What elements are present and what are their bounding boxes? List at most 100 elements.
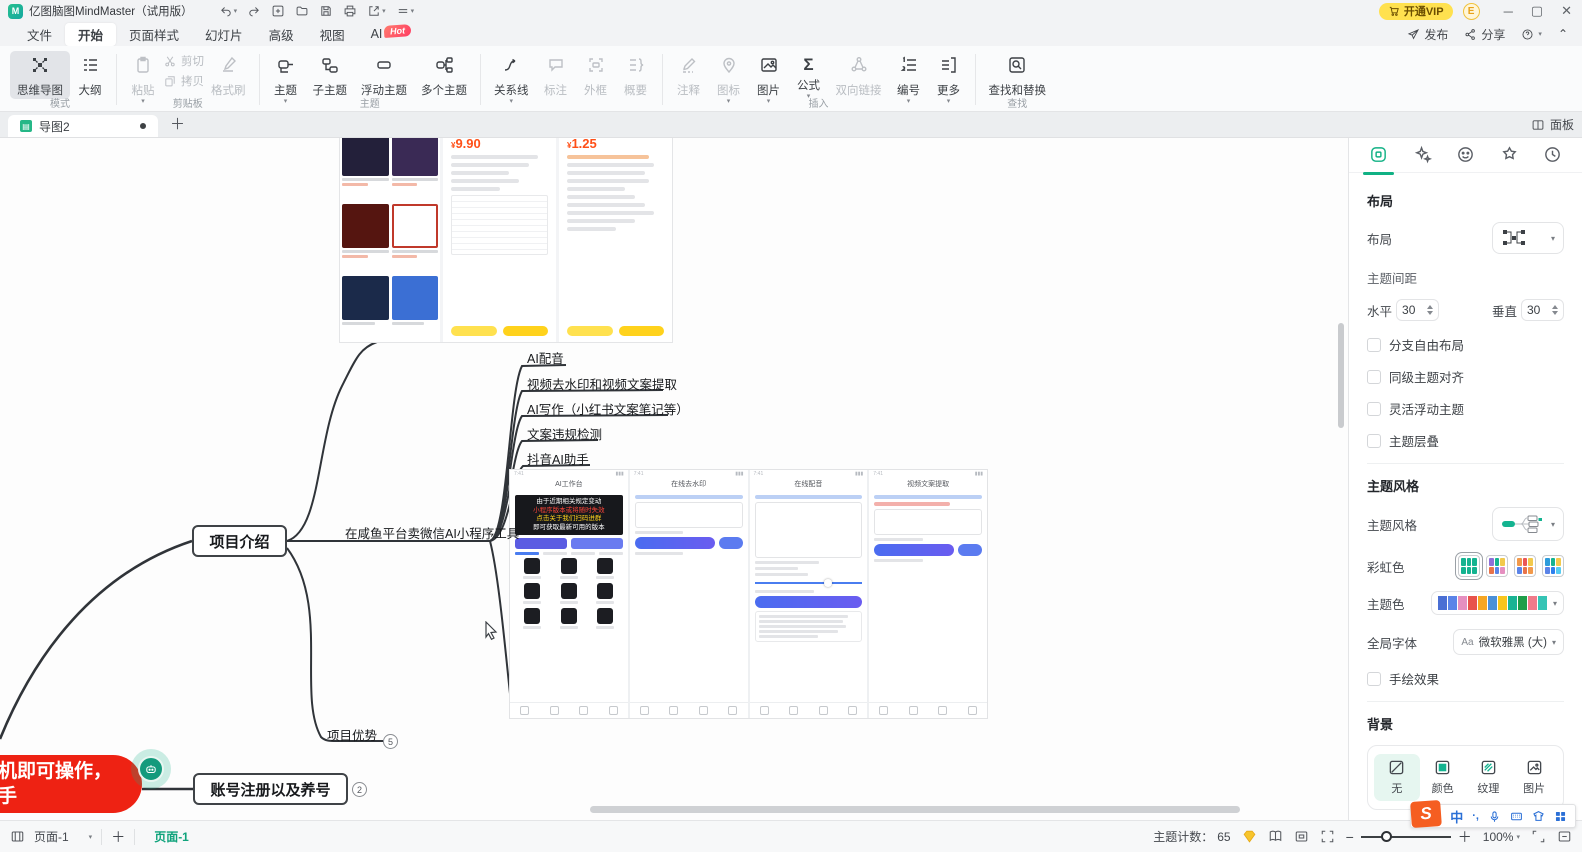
ime-toolbox-icon[interactable] bbox=[1554, 810, 1567, 823]
ime-toolbar[interactable]: S 中 ·, bbox=[1410, 804, 1576, 828]
page-tab-active[interactable]: 页面-1 bbox=[144, 828, 199, 845]
find-replace-button[interactable]: 查找和替换 bbox=[982, 51, 1054, 99]
panel-tab-history[interactable] bbox=[1543, 145, 1562, 175]
formula-button[interactable]: Σ 公式 ▾ bbox=[789, 51, 829, 100]
menu-ai[interactable]: AIHot bbox=[358, 25, 425, 43]
zoom-slider-knob[interactable] bbox=[1381, 831, 1392, 842]
collapse-panel-icon[interactable] bbox=[1557, 829, 1572, 844]
node-douyin-ai[interactable]: 抖音AI助手 bbox=[527, 449, 589, 468]
print-button[interactable] bbox=[343, 4, 357, 18]
node-watermark[interactable]: 视频去水印和视频文案提取 bbox=[527, 374, 677, 393]
ai-robot-icon[interactable] bbox=[138, 756, 164, 782]
background-none-option[interactable]: 无 bbox=[1374, 754, 1420, 801]
rainbow-option-4[interactable] bbox=[1542, 555, 1564, 577]
ime-skin-icon[interactable] bbox=[1532, 810, 1545, 823]
menu-view[interactable]: 视图 bbox=[307, 23, 358, 46]
ime-punctuation[interactable]: ·, bbox=[1472, 810, 1479, 822]
multiple-topics-button[interactable]: 多个主题 bbox=[414, 51, 474, 99]
new-document-tab-button[interactable]: ＋ bbox=[158, 113, 197, 137]
outline-mode-button[interactable]: 大纲 bbox=[70, 51, 110, 99]
checkbox-align-sibling-topics[interactable]: 同级主题对齐 bbox=[1367, 367, 1564, 386]
floating-topic-button[interactable]: 浮动主题 bbox=[354, 51, 414, 99]
redo-button[interactable] bbox=[247, 4, 261, 18]
checkbox-free-branch-layout[interactable]: 分支自由布局 bbox=[1367, 335, 1564, 354]
vertical-spacing-stepper[interactable]: 30 bbox=[1521, 299, 1564, 321]
mindmap-canvas[interactable]: ¥9.90 ¥1.25 bbox=[0, 138, 1348, 820]
zoom-in-button[interactable]: ＋ bbox=[1458, 827, 1472, 847]
open-file-button[interactable] bbox=[295, 4, 309, 18]
outline-view-icon[interactable] bbox=[1268, 829, 1283, 844]
page-selector[interactable]: 页面-1▾ bbox=[34, 828, 92, 845]
vertical-scrollbar[interactable] bbox=[1338, 323, 1344, 428]
node-project-advantage[interactable]: 项目优势 bbox=[327, 725, 377, 744]
undo-button[interactable]: ▾ bbox=[219, 4, 238, 18]
save-button[interactable] bbox=[319, 4, 333, 18]
relationship-line-button[interactable]: 关系线 ▾ bbox=[487, 51, 536, 105]
help-button[interactable]: ▾ bbox=[1521, 28, 1542, 41]
embedded-listing-image[interactable]: ¥9.90 ¥1.25 bbox=[340, 138, 672, 342]
export-button[interactable]: ▾ bbox=[367, 4, 386, 18]
bidirectional-link-button[interactable]: 双向链接 bbox=[829, 51, 889, 99]
collapse-badge-account[interactable]: 2 bbox=[352, 782, 367, 797]
ime-chinese-mode[interactable]: 中 bbox=[1450, 807, 1463, 826]
layout-dropdown[interactable]: ▾ bbox=[1492, 222, 1564, 254]
node-branch-xianyu[interactable]: 在咸鱼平台卖微信AI小程序工具 bbox=[345, 523, 519, 542]
zoom-level[interactable]: 100%▾ bbox=[1483, 830, 1520, 844]
rainbow-option-1[interactable] bbox=[1458, 555, 1480, 577]
menu-slideshow[interactable]: 幻灯片 bbox=[192, 23, 256, 46]
horizontal-scrollbar[interactable] bbox=[590, 806, 1240, 813]
node-project-intro[interactable]: 项目介绍 bbox=[192, 525, 287, 557]
maximize-button[interactable]: ▢ bbox=[1531, 3, 1543, 19]
rainbow-option-3[interactable] bbox=[1514, 555, 1536, 577]
embedded-phones-image[interactable]: 7:41▮▮▮ AI工作台 由于近期相关规定变动 小程序版本或将随时失效 点击关… bbox=[510, 470, 987, 718]
panel-tab-ai-magic[interactable] bbox=[1413, 145, 1432, 175]
add-page-button[interactable]: ＋ bbox=[111, 827, 125, 847]
vip-button[interactable]: 开通VIP bbox=[1379, 3, 1453, 20]
fullscreen-icon[interactable] bbox=[1531, 829, 1546, 844]
checkbox-hand-drawn[interactable]: 手绘效果 bbox=[1367, 669, 1564, 688]
minimize-button[interactable]: ─ bbox=[1504, 4, 1513, 19]
theme-style-dropdown[interactable]: ▾ bbox=[1492, 507, 1564, 541]
mindmap-mode-button[interactable]: 思维导图 bbox=[10, 51, 70, 99]
panel-toggle-button[interactable]: 面板 bbox=[1531, 116, 1574, 137]
horizontal-spacing-stepper[interactable]: 30 bbox=[1396, 299, 1439, 321]
pages-icon[interactable] bbox=[10, 829, 25, 844]
new-file-button[interactable] bbox=[271, 4, 285, 18]
publish-button[interactable]: 发布 bbox=[1407, 26, 1448, 43]
cut-button[interactable]: 剪切 bbox=[163, 53, 204, 69]
close-button[interactable]: ✕ bbox=[1561, 3, 1572, 19]
ime-keyboard-icon[interactable] bbox=[1510, 810, 1523, 823]
theme-color-dropdown[interactable]: ▾ bbox=[1431, 591, 1564, 615]
panel-tab-layout[interactable] bbox=[1369, 145, 1388, 175]
zoom-out-button[interactable]: − bbox=[1346, 829, 1354, 845]
background-color-option[interactable]: 颜色 bbox=[1420, 754, 1466, 801]
node-copy-check[interactable]: 文案违规检测 bbox=[527, 424, 602, 443]
zoom-slider[interactable] bbox=[1361, 836, 1451, 838]
collapse-badge-advantage[interactable]: 5 bbox=[383, 734, 398, 749]
boundary-button[interactable]: 外框 bbox=[576, 51, 616, 99]
rainbow-option-2[interactable] bbox=[1486, 555, 1508, 577]
menu-page-style[interactable]: 页面样式 bbox=[116, 23, 192, 46]
collapse-ribbon-button[interactable]: ⌃ bbox=[1558, 27, 1568, 41]
share-button[interactable]: 分享 bbox=[1464, 26, 1505, 43]
fit-screen-icon[interactable] bbox=[1320, 829, 1335, 844]
menu-advanced[interactable]: 高级 bbox=[256, 23, 307, 46]
user-avatar[interactable]: E bbox=[1463, 3, 1480, 20]
panel-tab-sticker[interactable] bbox=[1456, 145, 1475, 175]
fit-window-icon[interactable] bbox=[1294, 829, 1309, 844]
customize-toolbar-button[interactable]: ▾ bbox=[396, 4, 415, 18]
global-font-dropdown[interactable]: Aa 微软雅黑 (大) ▾ bbox=[1453, 629, 1564, 655]
callout-button[interactable]: 标注 bbox=[536, 51, 576, 99]
ime-mic-icon[interactable] bbox=[1488, 810, 1501, 823]
checkbox-topic-overlap[interactable]: 主题层叠 bbox=[1367, 431, 1564, 450]
checkbox-flexible-floating-topic[interactable]: 灵活浮动主题 bbox=[1367, 399, 1564, 418]
copy-button[interactable]: 拷贝 bbox=[163, 73, 204, 89]
format-painter-button[interactable]: 格式刷 bbox=[204, 51, 253, 99]
node-ai-dubbing[interactable]: AI配音 bbox=[527, 348, 564, 367]
document-tab[interactable]: ▤ 导图2 bbox=[8, 115, 158, 137]
node-central-topic[interactable]: 机即可操作， 手 bbox=[0, 755, 142, 813]
node-account-register[interactable]: 账号注册以及养号 bbox=[193, 773, 348, 805]
subtopic-button[interactable]: 子主题 bbox=[306, 51, 355, 99]
node-ai-writing[interactable]: AI写作（小红书文案笔记等） bbox=[527, 399, 689, 418]
sogou-logo-icon[interactable]: S bbox=[1410, 800, 1442, 828]
